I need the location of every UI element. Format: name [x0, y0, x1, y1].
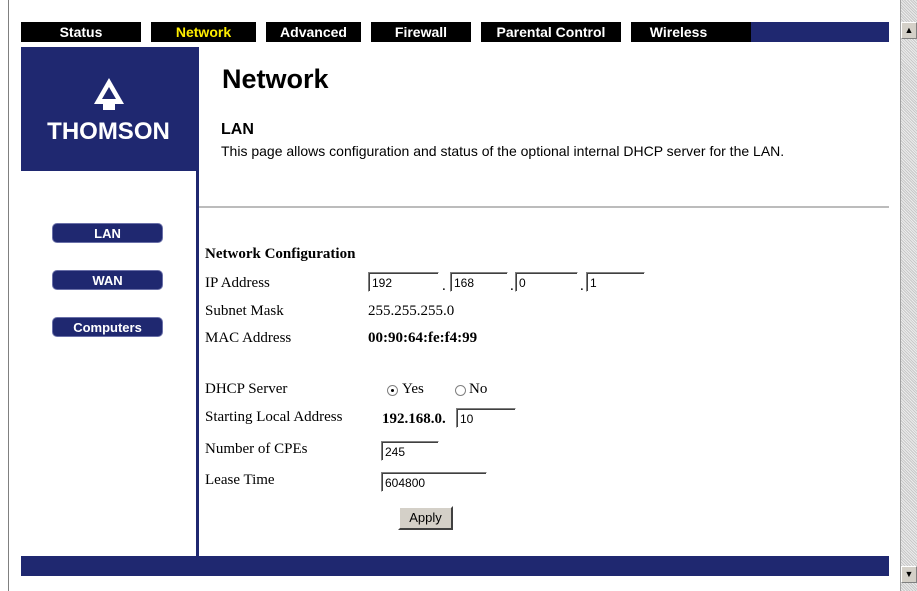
- footer-bar: [21, 556, 889, 576]
- mac-address-value: 00:90:64:fe:f4:99: [368, 330, 478, 346]
- ip-octet-1-input[interactable]: 192: [368, 272, 439, 292]
- section-title: LAN: [221, 121, 254, 138]
- tab-separator: [141, 22, 151, 42]
- ip-octet-2-input[interactable]: 168: [450, 272, 508, 292]
- mac-address-label: MAC Address: [205, 330, 292, 346]
- thomson-logo-icon: [94, 78, 124, 110]
- dhcp-yes-radio[interactable]: [387, 385, 398, 396]
- sidebar-divider: [196, 47, 199, 557]
- starting-address-input[interactable]: 10: [456, 408, 516, 428]
- tab-separator: [621, 22, 631, 42]
- dhcp-no-radio[interactable]: [455, 385, 466, 396]
- starting-address-label: Starting Local Address: [205, 409, 343, 425]
- sidebar-item-computers[interactable]: Computers: [52, 317, 163, 337]
- tab-separator: [361, 22, 371, 42]
- starting-address-prefix: 192.168.0.: [382, 411, 446, 427]
- lease-time-label: Lease Time: [205, 472, 275, 488]
- ip-octet-4-input[interactable]: 1: [586, 272, 645, 292]
- nav-accent: [751, 22, 889, 42]
- config-heading: Network Configuration: [205, 246, 356, 262]
- tab-status[interactable]: Status: [21, 22, 141, 42]
- top-nav: Status Network Advanced Firewall Parenta…: [21, 22, 889, 42]
- apply-button[interactable]: Apply: [398, 506, 453, 530]
- page-description: This page allows configuration and statu…: [221, 143, 785, 159]
- page-title: Network: [222, 64, 329, 94]
- subnet-mask-value: 255.255.255.0: [368, 303, 455, 319]
- ip-dot: .: [580, 278, 584, 294]
- sidebar-item-lan[interactable]: LAN: [52, 223, 163, 243]
- dhcp-yes-label: Yes: [402, 381, 424, 397]
- tab-separator: [471, 22, 481, 42]
- ip-octet-3-input[interactable]: 0: [515, 272, 578, 292]
- scroll-down-icon[interactable]: ▼: [901, 566, 917, 583]
- dhcp-server-label: DHCP Server: [205, 381, 288, 397]
- subnet-mask-label: Subnet Mask: [205, 303, 284, 319]
- scroll-up-icon[interactable]: ▲: [901, 22, 917, 39]
- tab-network[interactable]: Network: [151, 22, 256, 42]
- tab-advanced[interactable]: Advanced: [266, 22, 361, 42]
- sidebar-item-wan[interactable]: WAN: [52, 270, 163, 290]
- scrollbar[interactable]: ▲ ▼: [900, 0, 917, 591]
- brand-name: THOMSON: [47, 118, 170, 145]
- tab-wireless[interactable]: Wireless: [631, 22, 726, 42]
- divider: [199, 206, 889, 208]
- tab-firewall[interactable]: Firewall: [371, 22, 471, 42]
- ip-address-label: IP Address: [205, 275, 270, 291]
- ip-dot: .: [442, 278, 446, 294]
- tab-parental-control[interactable]: Parental Control: [481, 22, 621, 42]
- tab-separator: [256, 22, 266, 42]
- dhcp-no-label: No: [469, 381, 488, 397]
- lease-time-input[interactable]: 604800: [381, 472, 487, 492]
- cpes-input[interactable]: 245: [381, 441, 439, 461]
- brand-logo: THOMSON: [21, 47, 196, 171]
- ip-dot: .: [510, 278, 514, 294]
- cpes-label: Number of CPEs: [205, 441, 308, 457]
